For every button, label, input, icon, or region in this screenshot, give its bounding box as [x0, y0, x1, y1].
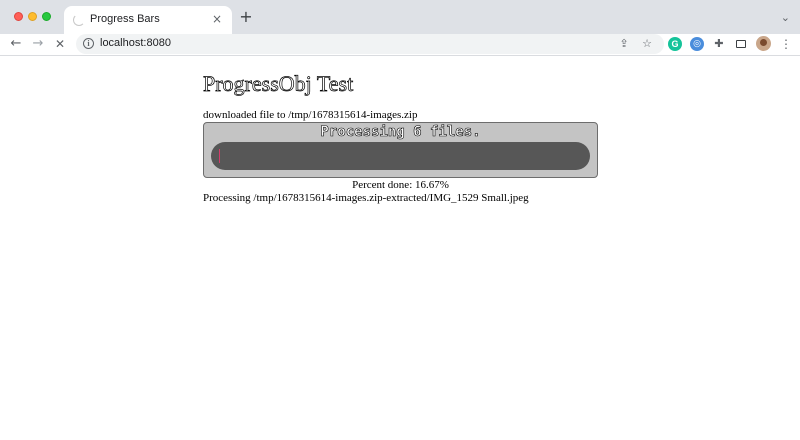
download-status-text: downloaded file to /tmp/1678315614-image… [203, 109, 418, 121]
tab-search-chevron-icon[interactable]: ⌄ [781, 11, 790, 24]
progress-label: Processing 6 files. [320, 124, 481, 141]
page-title: ProgressObj Test [203, 71, 354, 97]
site-info-icon[interactable]: i [83, 38, 94, 49]
extension-icon[interactable]: ◎ [690, 37, 704, 51]
back-button[interactable]: ← [8, 36, 24, 52]
forward-button[interactable]: → [30, 36, 46, 52]
stop-loading-button[interactable]: ✕ [52, 36, 68, 52]
progress-panel: Processing 6 files. [203, 122, 598, 178]
side-panel-icon[interactable] [734, 37, 748, 51]
extensions-puzzle-icon[interactable]: ✚ [712, 37, 726, 51]
new-tab-button[interactable]: + [238, 9, 254, 25]
url-text[interactable]: localhost:8080 [100, 37, 171, 49]
bookmark-star-icon[interactable]: ☆ [640, 37, 654, 51]
browser-titlebar: Progress Bars × + ⌄ [0, 0, 800, 34]
progress-bar-track [211, 142, 590, 170]
profile-avatar[interactable] [756, 36, 771, 51]
grammarly-extension-icon[interactable]: G [668, 37, 682, 51]
tab-close-icon[interactable]: × [210, 12, 224, 26]
percent-done-text: Percent done: 16.67% [352, 179, 449, 191]
tab-title: Progress Bars [90, 13, 160, 25]
progress-bar-marker [219, 149, 220, 163]
close-window-button[interactable] [14, 12, 23, 21]
maximize-window-button[interactable] [42, 12, 51, 21]
minimize-window-button[interactable] [28, 12, 37, 21]
browser-menu-icon[interactable]: ⋮ [780, 36, 792, 52]
page-content: ProgressObj Test downloaded file to /tmp… [203, 70, 603, 205]
processing-file-text: Processing /tmp/1678315614-images.zip-ex… [203, 192, 529, 204]
browser-tab-progress-bars[interactable]: Progress Bars × [64, 6, 232, 34]
loading-spinner-icon [73, 14, 85, 26]
share-icon[interactable]: ⇪ [617, 37, 631, 51]
address-bar[interactable]: i localhost:8080 [76, 34, 664, 54]
